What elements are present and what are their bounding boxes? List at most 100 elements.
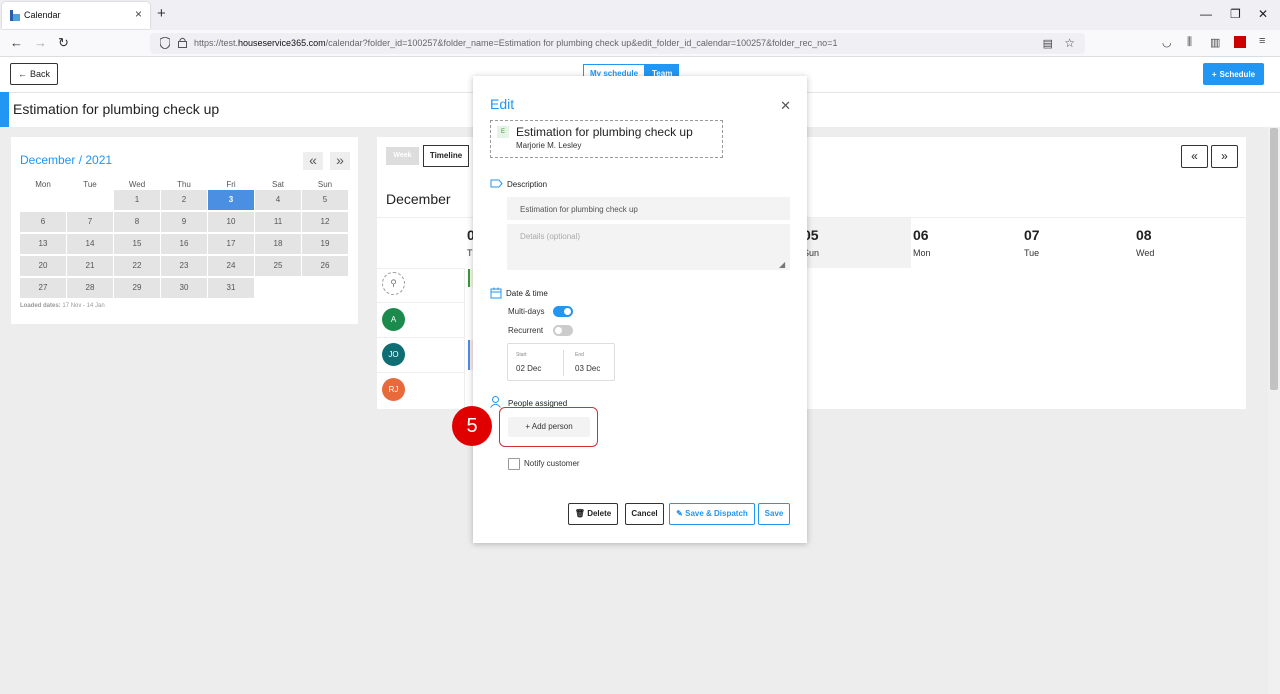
url-text: https://test.houseservice365.com/calenda… [194,38,838,48]
calendar-day[interactable]: 1 [114,190,160,210]
window-close-icon[interactable]: ✕ [1258,7,1268,21]
event-card[interactable]: E Estimation for plumbing check up Marjo… [490,120,723,158]
tab-title: Calendar [24,10,61,20]
calendar-day[interactable]: 20 [20,256,66,276]
new-tab-button[interactable]: + [157,5,166,22]
calendar-day[interactable]: 26 [302,256,348,276]
page-scrollbar-thumb[interactable] [1270,128,1278,390]
end-date[interactable]: 03 Dec [575,364,600,373]
address-bar[interactable]: https://test.houseservice365.com/calenda… [150,33,1085,54]
event-type-badge: E [497,126,509,138]
browser-tab[interactable]: Calendar × [2,2,150,29]
start-date[interactable]: 02 Dec [516,364,541,373]
schedule-label: Schedule [1219,69,1256,79]
description-input[interactable]: Estimation for plumbing check up [507,197,790,220]
schedule-next-button[interactable]: » [1211,145,1238,168]
save-button[interactable]: Save [758,503,790,525]
unassigned-person-icon[interactable]: ⚲ [382,272,405,295]
save-dispatch-button[interactable]: ✎ Save & Dispatch [669,503,755,525]
row-divider [377,268,465,269]
calendar-day[interactable]: 21 [67,256,113,276]
calendar-day[interactable]: 11 [255,212,301,232]
calendar-day[interactable]: 19 [302,234,348,254]
day-name: Wed [1136,248,1155,258]
day-name: Mon [913,248,931,258]
edit-dialog: Edit ✕ E Estimation for plumbing check u… [473,76,807,543]
notify-customer-label: Notify customer [524,459,580,468]
calendar-day[interactable]: 25 [255,256,301,276]
calendar-day[interactable]: 29 [114,278,160,298]
close-icon[interactable]: ✕ [780,98,791,114]
calendar-icon [490,287,502,299]
cancel-button[interactable]: Cancel [625,503,664,525]
calendar-day[interactable]: 4 [255,190,301,210]
minimize-icon[interactable]: — [1200,7,1212,21]
sidebar-icon[interactable]: ▥ [1210,36,1220,49]
avatar[interactable]: A [382,308,405,331]
library-icon[interactable]: ⫼ [1187,36,1192,49]
event-name: Estimation for plumbing check up [516,125,693,139]
mini-calendar-prev-button[interactable]: « [303,152,323,170]
step-number-badge: 5 [452,406,492,446]
calendar-day[interactable]: 15 [114,234,160,254]
calendar-day[interactable]: 17 [208,234,254,254]
site-favicon [10,10,20,21]
calendar-day[interactable]: 28 [67,278,113,298]
calendar-day[interactable]: 3 [208,190,254,210]
calendar-day[interactable]: 22 [114,256,160,276]
reload-icon[interactable]: ↻ [58,35,69,51]
calendar-day[interactable]: 8 [114,212,160,232]
avatar[interactable]: JO [382,343,405,366]
multidays-toggle[interactable] [553,306,573,317]
weekday-label: Fri [226,180,236,189]
mini-calendar-next-button[interactable]: » [330,152,350,170]
date-divider [563,350,564,376]
back-arrow-icon[interactable]: ← [10,35,23,50]
annotation-highlight [499,407,598,447]
row-divider [377,372,465,373]
calendar-day[interactable]: 2 [161,190,207,210]
pocket-icon[interactable]: ◡ [1162,36,1172,49]
calendar-day[interactable]: 7 [67,212,113,232]
restore-icon[interactable]: ❐ [1230,7,1241,21]
bookmark-star-icon[interactable]: ☆ [1064,36,1075,50]
weekday-label: Wed [128,180,146,189]
tab-week[interactable]: Week [386,147,419,165]
reader-view-icon[interactable]: ▤ [1043,37,1053,50]
calendar-day[interactable]: 14 [67,234,113,254]
calendar-day[interactable]: 6 [20,212,66,232]
calendar-day[interactable]: 13 [20,234,66,254]
recurrent-label: Recurrent [508,326,544,335]
weekday-label: Tue [83,180,97,189]
tab-close-icon[interactable]: × [135,7,142,21]
calendar-day[interactable]: 10 [208,212,254,232]
add-schedule-button[interactable]: + Schedule [1203,63,1264,85]
menu-icon[interactable]: ≡ [1259,35,1265,47]
delete-button[interactable]: 🗑 Delete [568,503,618,525]
calendar-day[interactable]: 9 [161,212,207,232]
avatar[interactable]: RJ [382,378,405,401]
back-button[interactable]: ← Back [10,63,58,85]
forward-arrow-icon[interactable]: → [34,35,47,50]
calendar-day[interactable]: 24 [208,256,254,276]
recurrent-toggle[interactable] [553,325,573,336]
extension-icon[interactable] [1234,36,1246,48]
calendar-day[interactable]: 18 [255,234,301,254]
notify-customer-checkbox[interactable] [508,458,520,470]
calendar-day[interactable]: 16 [161,234,207,254]
details-textarea[interactable]: Details (optional) [507,224,790,270]
tab-timeline[interactable]: Timeline [423,145,469,167]
calendar-day[interactable]: 27 [20,278,66,298]
schedule-prev-button[interactable]: « [1181,145,1208,168]
calendar-day[interactable]: 12 [302,212,348,232]
calendar-day[interactable]: 23 [161,256,207,276]
resize-handle-icon[interactable]: ◢ [779,260,785,269]
date-range-picker[interactable]: Start 02 Dec End 03 Dec [507,343,615,381]
weekday-label: Sun [317,180,333,189]
calendar-day[interactable]: 31 [208,278,254,298]
end-label: End [575,352,584,358]
calendar-day[interactable]: 30 [161,278,207,298]
calendar-day[interactable]: 5 [302,190,348,210]
back-label: Back [29,69,50,79]
arrow-left-icon: ← [17,69,27,79]
